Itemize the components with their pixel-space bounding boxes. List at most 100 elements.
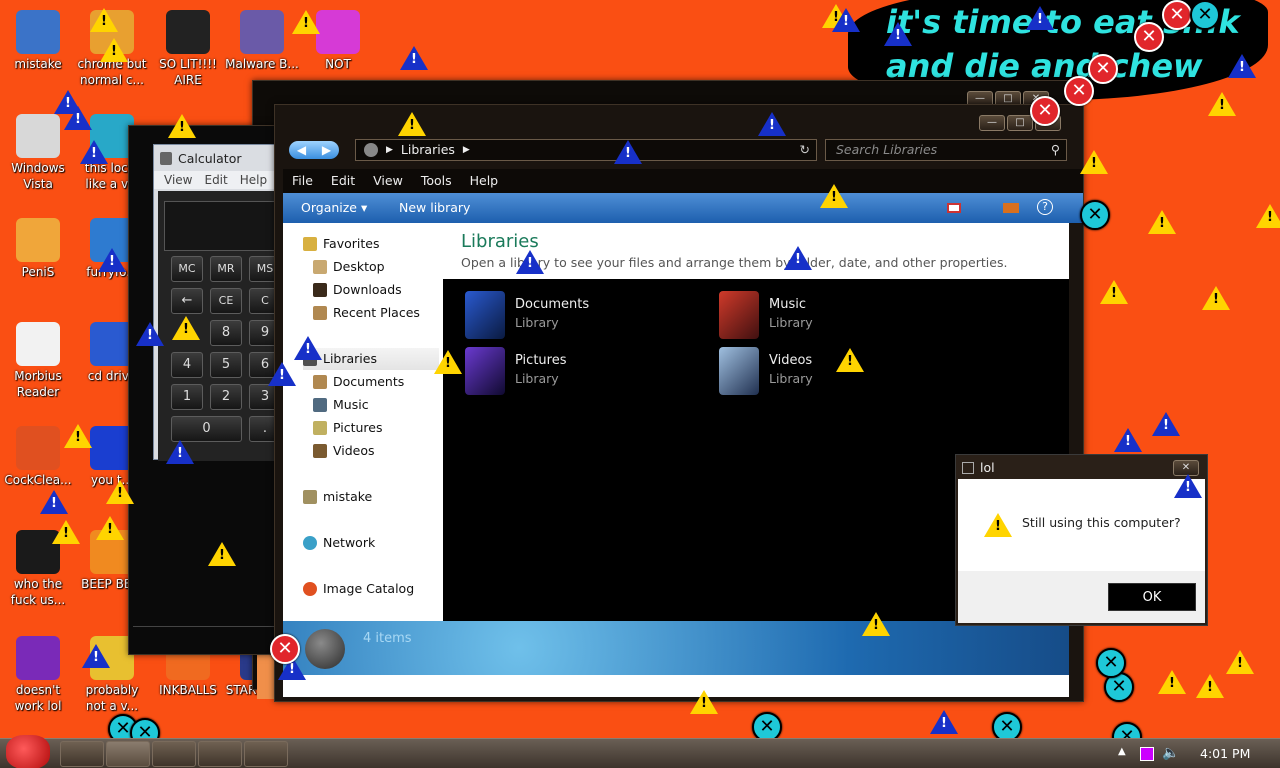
library-type: Library — [769, 371, 813, 386]
menu-view[interactable]: View — [364, 169, 412, 193]
content-title: Libraries — [461, 231, 539, 252]
taskbar: ▲ 🔈 4:01 PM — [0, 735, 1280, 768]
calculator-menu-edit[interactable]: Edit — [204, 171, 227, 189]
error-icon: ✕ — [1088, 54, 1118, 84]
warning-icon — [40, 490, 68, 514]
desktop-icon-item[interactable]: PeniS — [0, 218, 76, 280]
warning-icon — [758, 112, 786, 136]
calc-mr-button[interactable]: MR — [210, 256, 242, 282]
calc-two-button[interactable]: 2 — [210, 384, 242, 410]
maximize-icon[interactable]: □ — [1007, 115, 1033, 131]
preview-pane-icon[interactable] — [1003, 203, 1019, 213]
warning-icon — [1174, 474, 1202, 498]
library-type: Library — [515, 315, 559, 330]
nav-music[interactable]: Music — [313, 394, 369, 416]
taskbar-button-folder[interactable] — [198, 741, 242, 767]
tray-app-icon[interactable] — [1140, 747, 1154, 761]
warning-icon — [434, 350, 462, 374]
desktop-icon-item[interactable]: Malware B... — [224, 10, 300, 72]
new-library-button[interactable]: New library — [399, 193, 470, 223]
calculator-menu-view[interactable]: View — [164, 171, 192, 189]
calc-four-button[interactable]: 4 — [171, 352, 203, 378]
nav-documents-label: Documents — [333, 374, 405, 389]
search-input[interactable]: Search Libraries ⚲ — [825, 139, 1067, 161]
forward-arrow-icon[interactable]: ▶ — [322, 141, 331, 159]
warning-icon — [90, 8, 118, 32]
view-options-icon[interactable] — [947, 203, 961, 213]
calc-backspace-button[interactable]: ← — [171, 288, 203, 314]
nav-downloads[interactable]: Downloads — [313, 279, 402, 301]
nav-recent-places[interactable]: Recent Places — [313, 302, 420, 324]
desktop-icon-label: PeniS — [21, 265, 55, 279]
menu-help[interactable]: Help — [461, 169, 508, 193]
ok-button[interactable]: OK — [1108, 583, 1196, 611]
calc-ce-button[interactable]: CE — [210, 288, 242, 314]
refresh-icon[interactable]: ↻ — [800, 140, 810, 160]
start-orb-icon[interactable] — [6, 735, 50, 768]
back-arrow-icon[interactable]: ◀ — [297, 141, 306, 159]
warning-icon — [96, 516, 124, 540]
address-path[interactable]: Libraries — [401, 140, 455, 160]
address-chevron-icon: ▶ — [386, 145, 393, 155]
library-documents[interactable]: Documents Library — [465, 291, 705, 341]
desktop-icon-item[interactable]: SO LIT!!!! AIRE — [150, 10, 226, 88]
nav-videos[interactable]: Videos — [313, 440, 375, 462]
taskbar-button-media[interactable] — [152, 741, 196, 767]
tray-show-hidden-icon[interactable]: ▲ — [1118, 746, 1126, 757]
pig-icon — [316, 10, 360, 54]
menu-file[interactable]: File — [283, 169, 322, 193]
library-name: Pictures — [515, 353, 567, 368]
warning-icon — [172, 316, 200, 340]
details-pane: 4 items — [283, 621, 1069, 675]
organize-button[interactable]: Organize ▾ — [301, 193, 367, 223]
item-count: 4 items — [363, 631, 412, 646]
music-icon — [313, 398, 327, 412]
search-icon[interactable]: ⚲ — [1051, 140, 1060, 160]
calculator-menu-help[interactable]: Help — [240, 171, 267, 189]
calculator-titlebar: Calculator — [160, 151, 241, 166]
documents-icon — [313, 375, 327, 389]
minimize-icon[interactable]: — — [979, 115, 1005, 131]
calc-eight-button[interactable]: 8 — [210, 320, 242, 346]
taskbar-button-calculator[interactable] — [244, 741, 288, 767]
warning-icon — [836, 348, 864, 372]
help-icon[interactable]: ? — [1037, 199, 1053, 215]
nav-network[interactable]: Network — [303, 532, 375, 554]
warning-icon — [984, 513, 1012, 537]
nav-pictures[interactable]: Pictures — [313, 417, 383, 439]
library-music[interactable]: Music Library — [719, 291, 959, 341]
desktop-icon-item[interactable]: doesn't work lol — [0, 636, 76, 714]
taskbar-button-explorer[interactable] — [60, 741, 104, 767]
desktop-icon-label: INKBALLS — [159, 683, 217, 697]
nav-image-catalog[interactable]: Image Catalog — [303, 578, 414, 600]
calc-five-button[interactable]: 5 — [210, 352, 242, 378]
menu-bar: File Edit View Tools Help — [283, 169, 1083, 193]
dialog-title: lol — [980, 460, 995, 475]
desktop-icon-item[interactable]: Morbius Reader — [0, 322, 76, 400]
calculator-window[interactable]: Calculator View Edit Help MC MR MS ← CE … — [128, 125, 294, 655]
calc-mc-button[interactable]: MC — [171, 256, 203, 282]
library-type: Library — [769, 315, 813, 330]
menu-edit[interactable]: Edit — [322, 169, 364, 193]
nav-libraries[interactable]: Libraries — [303, 348, 439, 370]
calc-one-button[interactable]: 1 — [171, 384, 203, 410]
nav-mistake[interactable]: mistake — [303, 486, 372, 508]
desktop-icon-item[interactable]: mistake — [0, 10, 76, 72]
music-library-icon — [719, 291, 759, 339]
library-pictures[interactable]: Pictures Library — [465, 347, 705, 397]
lol-dialog[interactable]: lol ✕ Still using this computer? OK — [955, 454, 1208, 626]
volume-icon[interactable]: 🔈 — [1162, 745, 1179, 761]
nav-libraries-label: Libraries — [323, 351, 377, 366]
search-placeholder: Search Libraries — [836, 142, 938, 157]
clock[interactable]: 4:01 PM — [1200, 746, 1250, 761]
taskbar-button-ie[interactable] — [106, 741, 150, 767]
address-bar[interactable]: ▶ Libraries ▶ ↻ — [355, 139, 817, 161]
calc-zero-button[interactable]: 0 — [171, 416, 242, 442]
nav-documents[interactable]: Documents — [313, 371, 404, 393]
nav-desktop[interactable]: Desktop — [313, 256, 385, 278]
menu-tools[interactable]: Tools — [412, 169, 461, 193]
nav-favorites[interactable]: Favorites — [303, 233, 379, 255]
dialog-app-icon — [962, 461, 974, 474]
warning-icon — [64, 424, 92, 448]
address-root-icon — [364, 143, 378, 157]
